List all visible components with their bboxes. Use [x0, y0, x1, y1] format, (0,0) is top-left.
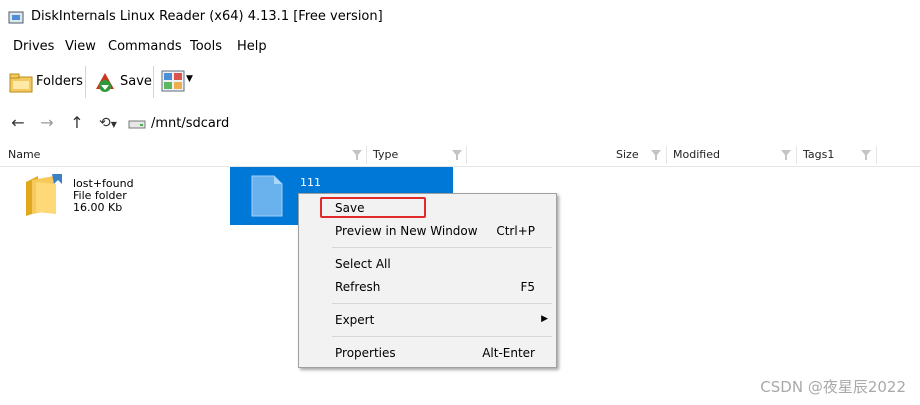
menu-item-select-all[interactable]: Select All — [300, 254, 555, 276]
item-name: 111 — [300, 176, 321, 189]
current-path[interactable]: /mnt/sdcard — [151, 116, 229, 131]
chevron-down-icon: ▼ — [186, 74, 193, 84]
menu-drives[interactable]: Drives — [13, 39, 54, 54]
context-menu: Save Preview in New Window Ctrl+P Select… — [298, 193, 557, 368]
filter-icon[interactable] — [452, 150, 462, 160]
column-name[interactable]: Name — [8, 144, 40, 166]
menu-item-label: Expert — [335, 313, 375, 327]
column-modified[interactable]: Modified — [673, 144, 720, 166]
save-button[interactable]: Save — [91, 66, 152, 98]
submenu-arrow-icon: ▶ — [541, 314, 548, 324]
filter-icon[interactable] — [861, 150, 871, 160]
menu-help[interactable]: Help — [237, 39, 267, 54]
filter-icon[interactable] — [651, 150, 661, 160]
menu-item-label: Preview in New Window — [335, 224, 478, 238]
app-icon — [8, 11, 24, 24]
column-divider — [366, 146, 367, 164]
menu-separator — [332, 336, 552, 337]
menu-separator — [332, 303, 552, 304]
highlight-annotation — [320, 197, 426, 218]
menu-view[interactable]: View — [65, 39, 96, 54]
toolbar: Folders Save ▼ — [0, 62, 920, 102]
menu-item-shortcut: Ctrl+P — [496, 224, 535, 238]
back-icon[interactable]: ← — [8, 113, 28, 133]
menu-item-expert[interactable]: Expert ▶ — [300, 310, 555, 332]
forward-icon[interactable]: → — [37, 113, 57, 133]
drive-icon — [128, 120, 146, 129]
menu-separator — [332, 247, 552, 248]
view-mode-button[interactable]: ▼ — [159, 68, 193, 96]
column-divider — [666, 146, 667, 164]
menu-commands[interactable]: Commands — [108, 39, 182, 54]
menu-item-shortcut: Alt-Enter — [482, 346, 535, 360]
toolbar-separator — [85, 66, 86, 98]
title-bar: DiskInternals Linux Reader (x64) 4.13.1 … — [0, 0, 920, 34]
menu-item-shortcut: F5 — [520, 280, 535, 294]
column-divider — [876, 146, 877, 164]
menu-item-label: Select All — [335, 257, 391, 271]
column-type[interactable]: Type — [373, 144, 398, 166]
column-header: Name Type Size Modified Tags1 — [0, 144, 920, 167]
folders-icon — [9, 73, 33, 93]
history-icon[interactable]: ⟲▼ — [95, 113, 121, 133]
save-icon — [96, 73, 114, 92]
toolbar-separator — [153, 66, 154, 98]
column-size[interactable]: Size — [616, 144, 639, 166]
folder-icon — [26, 174, 62, 216]
column-tags[interactable]: Tags1 — [803, 144, 834, 166]
item-size: 16.00 Kb — [73, 201, 123, 214]
folders-label: Folders — [36, 74, 83, 89]
up-icon[interactable]: ↑ — [67, 113, 87, 133]
menu-item-preview[interactable]: Preview in New Window Ctrl+P — [300, 221, 555, 243]
window-title: DiskInternals Linux Reader (x64) 4.13.1 … — [31, 9, 383, 24]
save-label: Save — [120, 74, 152, 89]
column-divider — [796, 146, 797, 164]
address-bar: ← → ↑ ⟲▼ /mnt/sdcard — [0, 104, 920, 142]
file-icon — [251, 175, 283, 217]
menu-tools[interactable]: Tools — [190, 39, 222, 54]
filter-icon[interactable] — [352, 150, 362, 160]
menu-bar: Drives View Commands Tools Help — [0, 34, 920, 60]
menu-item-label: Refresh — [335, 280, 381, 294]
watermark: CSDN @夜星辰2022 — [760, 378, 906, 396]
menu-item-properties[interactable]: Properties Alt-Enter — [300, 343, 555, 365]
column-divider — [466, 146, 467, 164]
menu-item-refresh[interactable]: Refresh F5 — [300, 277, 555, 299]
filter-icon[interactable] — [781, 150, 791, 160]
file-item[interactable]: lost+found File folder 16.00 Kb — [20, 172, 220, 224]
thumbnails-view-icon — [161, 70, 185, 92]
menu-item-label: Properties — [335, 346, 396, 360]
folders-button[interactable]: Folders — [6, 66, 83, 98]
